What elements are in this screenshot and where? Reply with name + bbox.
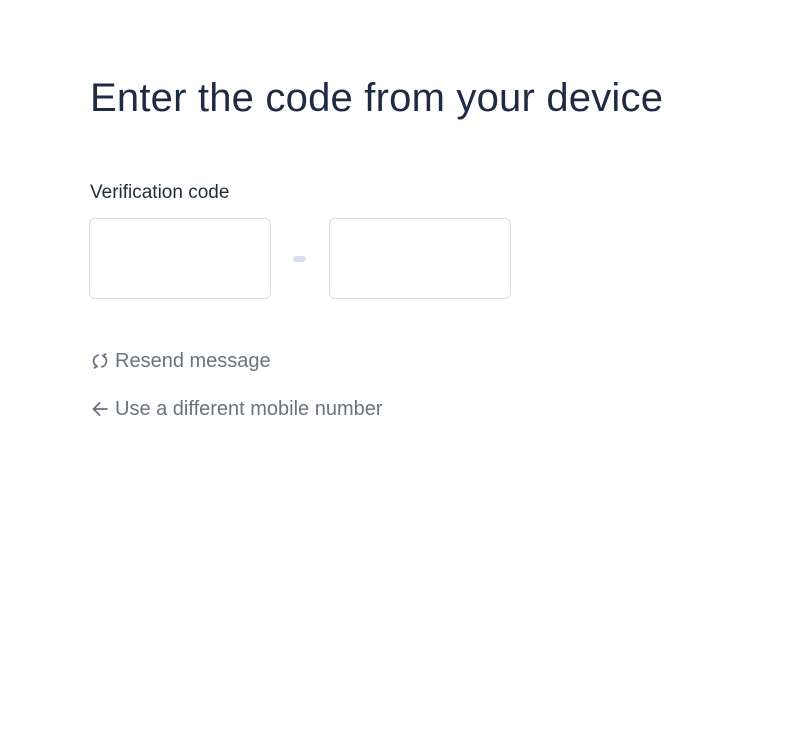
code-digit-1[interactable] xyxy=(90,219,270,298)
use-different-number-link[interactable]: Use a different mobile number xyxy=(89,396,383,422)
resend-message-link[interactable]: Resend message xyxy=(89,348,271,374)
use-different-number-label: Use a different mobile number xyxy=(115,398,383,420)
page-title: Enter the code from your device xyxy=(90,76,664,120)
verification-code-label: Verification code xyxy=(90,182,230,203)
code-group-first xyxy=(89,218,271,299)
code-group-second xyxy=(329,218,511,299)
code-separator xyxy=(293,256,306,262)
resend-message-label: Resend message xyxy=(115,350,271,372)
code-digit-4[interactable] xyxy=(330,219,510,298)
refresh-icon xyxy=(89,350,111,372)
arrow-left-icon xyxy=(89,398,111,420)
